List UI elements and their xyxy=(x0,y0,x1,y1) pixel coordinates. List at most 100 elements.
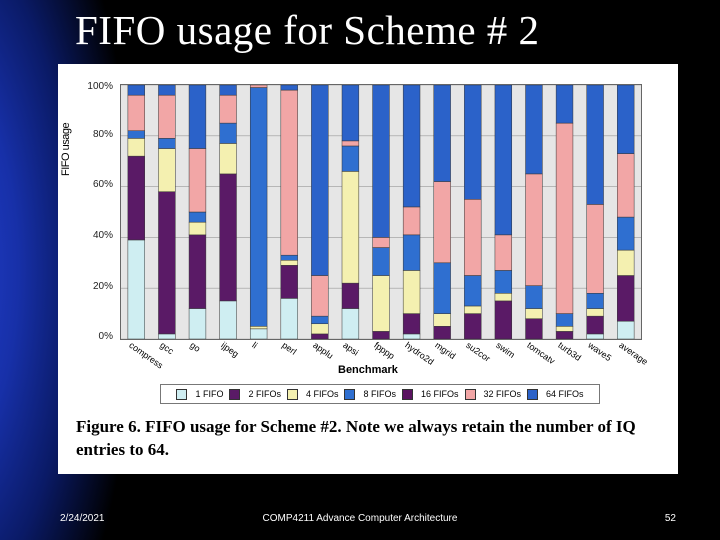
bar-segment xyxy=(587,334,604,339)
bar-segment xyxy=(158,149,175,192)
bar-segment xyxy=(495,235,512,271)
bar-segment xyxy=(220,85,237,95)
legend-label: 16 FIFOs xyxy=(421,389,459,399)
x-tick-label: perl xyxy=(280,340,298,357)
y-ticks: 0% 20% 40% 60% 80% 100% xyxy=(58,64,120,358)
bar-segment xyxy=(526,85,543,174)
bar-segment xyxy=(587,293,604,308)
bar-segment xyxy=(189,309,206,339)
bar-segment xyxy=(220,301,237,339)
bar-segment xyxy=(464,314,481,339)
x-tick-label: average xyxy=(617,340,649,367)
bar-segment xyxy=(495,301,512,339)
bar-segment xyxy=(434,182,451,263)
x-tick-label: mgrid xyxy=(433,340,457,361)
x-tick-label: fpppp xyxy=(372,340,396,361)
bar-segment xyxy=(495,293,512,301)
bar-segment xyxy=(495,270,512,293)
legend-swatch xyxy=(465,389,476,400)
legend-swatch xyxy=(287,389,298,400)
x-axis-label: Benchmark xyxy=(338,364,398,376)
x-tick-label: go xyxy=(189,340,203,354)
bar-segment xyxy=(342,309,359,339)
legend-label: 64 FIFOs xyxy=(546,389,584,399)
bar-segment xyxy=(617,250,634,275)
bar-segment xyxy=(158,138,175,148)
stacked-bar-chart xyxy=(121,85,641,339)
bar-segment xyxy=(128,85,145,95)
legend-label: 1 FIFO xyxy=(195,389,223,399)
bar-segment xyxy=(556,326,573,331)
svg-text:0%: 0% xyxy=(99,331,114,342)
bar-segment xyxy=(311,324,328,334)
bar-segment xyxy=(464,199,481,275)
bar-segment xyxy=(556,123,573,314)
bar-segment xyxy=(342,283,359,308)
bar-segment xyxy=(281,298,298,339)
bar-segment xyxy=(617,276,634,322)
bar-segment xyxy=(128,138,145,156)
bar-segment xyxy=(220,174,237,301)
figure-caption: Figure 6. FIFO usage for Scheme #2. Note… xyxy=(76,416,668,462)
bar-segment xyxy=(128,240,145,339)
bar-segment xyxy=(220,95,237,123)
bar-segment xyxy=(403,85,420,207)
bar-segment xyxy=(220,143,237,173)
bar-segment xyxy=(158,192,175,334)
bar-segment xyxy=(403,314,420,334)
bar-segment xyxy=(158,334,175,339)
bar-segment xyxy=(250,88,267,327)
bar-segment xyxy=(311,276,328,317)
bar-segment xyxy=(189,212,206,222)
bar-segment xyxy=(342,171,359,283)
legend-swatch xyxy=(527,389,538,400)
bar-segment xyxy=(373,237,390,247)
bar-segment xyxy=(250,326,267,329)
legend: 1 FIFO2 FIFOs4 FIFOs8 FIFOs16 FIFOs32 FI… xyxy=(160,384,600,404)
bar-segment xyxy=(281,85,298,90)
bar-segment xyxy=(464,276,481,306)
bar-segment xyxy=(556,331,573,339)
bar-segment xyxy=(464,85,481,199)
legend-label: 4 FIFOs xyxy=(306,389,339,399)
bar-segment xyxy=(311,334,328,339)
bar-segment xyxy=(342,146,359,171)
bar-segment xyxy=(495,85,512,235)
bar-segment xyxy=(526,286,543,309)
bar-segment xyxy=(403,207,420,235)
footer-page: 52 xyxy=(665,513,676,524)
bar-segment xyxy=(556,314,573,327)
x-tick-label: wave5 xyxy=(586,340,613,363)
legend-swatch xyxy=(402,389,413,400)
svg-text:60%: 60% xyxy=(93,179,113,190)
bar-segment xyxy=(403,334,420,339)
figure-panel: FIFO usage 0% 20% 40% 60% 80% 100% compr… xyxy=(58,64,678,474)
bar-segment xyxy=(617,154,634,218)
bar-segment xyxy=(189,85,206,149)
bar-segment xyxy=(526,319,543,339)
bar-segment xyxy=(373,248,390,276)
bar-segment xyxy=(128,131,145,139)
bar-segment xyxy=(526,174,543,286)
bar-segment xyxy=(617,85,634,154)
bar-segment xyxy=(250,329,267,339)
bar-segment xyxy=(311,316,328,324)
bar-segment xyxy=(434,326,451,339)
bar-segment xyxy=(281,260,298,265)
footer-course: COMP4211 Advance Computer Architecture xyxy=(0,513,720,524)
bar-segment xyxy=(342,85,359,141)
legend-swatch xyxy=(176,389,187,400)
bar-segment xyxy=(189,235,206,309)
bar-segment xyxy=(587,204,604,293)
legend-label: 2 FIFOs xyxy=(248,389,281,399)
bar-segment xyxy=(434,263,451,314)
bar-segment xyxy=(189,149,206,213)
legend-swatch xyxy=(344,389,355,400)
bar-segment xyxy=(281,90,298,255)
plot-area xyxy=(120,84,642,340)
bar-segment xyxy=(220,123,237,143)
legend-label: 8 FIFOs xyxy=(363,389,396,399)
bar-segment xyxy=(434,314,451,327)
bar-segment xyxy=(526,309,543,319)
bar-segment xyxy=(342,141,359,146)
